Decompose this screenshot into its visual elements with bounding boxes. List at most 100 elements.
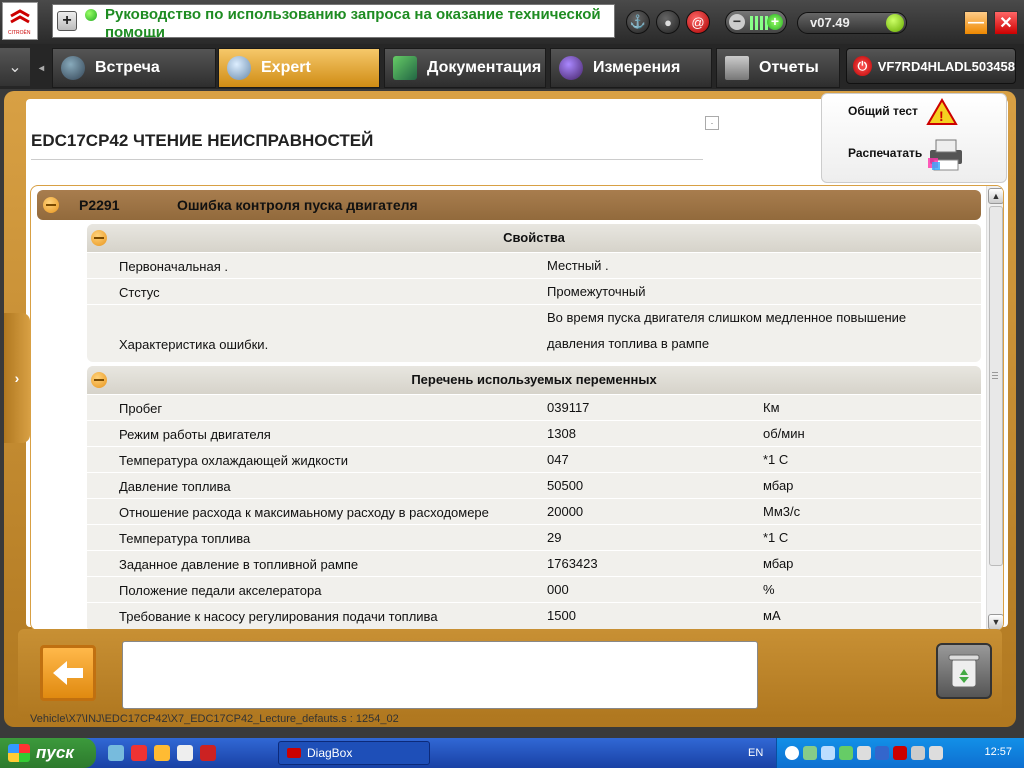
variable-value: 1500 [547, 608, 576, 623]
section-title: Свойства [503, 230, 565, 245]
book-icon [393, 56, 417, 80]
back-button[interactable] [40, 645, 96, 701]
status-dot-icon [85, 9, 97, 21]
anchor-icon[interactable]: ⚓ [626, 10, 650, 34]
version-indicator: v07.49 [797, 12, 907, 34]
collapse-icon[interactable] [43, 197, 59, 213]
clock: 12:57 [984, 746, 1012, 758]
collapse-icon[interactable] [91, 372, 107, 388]
vertical-scrollbar[interactable]: ▲ ▼ [986, 186, 1003, 630]
property-name: Первоначальная . [119, 259, 228, 274]
warning-icon[interactable]: ! [926, 98, 958, 126]
taskbar-item-diagbox[interactable]: DiagBox [278, 741, 430, 765]
tray-app-icon[interactable] [911, 746, 925, 760]
variable-unit: *1 С [763, 530, 789, 545]
variable-unit: % [763, 582, 775, 597]
diagbox-quick-icon[interactable] [200, 745, 216, 761]
tray-app-icon[interactable] [839, 746, 853, 760]
status-path: Vehicle\X7\INJ\EDC17CP42\X7_EDC17CP42_Le… [30, 713, 399, 725]
magnifier-icon [227, 56, 251, 80]
print-label: Распечатать [848, 146, 923, 160]
windows-logo-icon [8, 744, 30, 762]
volume-control[interactable]: − + [725, 10, 787, 34]
variable-unit: *1 С [763, 452, 789, 467]
quicklaunch-app-icon[interactable] [108, 745, 124, 761]
email-icon[interactable]: @ [686, 10, 710, 34]
tray-app-icon[interactable] [803, 746, 817, 760]
property-value: Во время пуска двигателя слишком медленн… [547, 310, 907, 351]
start-button[interactable]: пуск [0, 738, 96, 768]
tab-label: Встреча [95, 59, 160, 76]
section-header: Свойства [87, 224, 981, 252]
section-header: Перечень используемых переменных [87, 366, 981, 394]
info-box-icon[interactable]: · [705, 116, 719, 130]
variable-row: Давление топлива 50500 мбар [87, 472, 981, 498]
network-icon[interactable] [821, 746, 835, 760]
general-test-button[interactable]: Общий тест [848, 104, 918, 118]
volume-icon[interactable] [929, 746, 943, 760]
calendar-icon[interactable] [177, 745, 193, 761]
minimize-button[interactable]: — [964, 11, 988, 35]
side-panel-toggle[interactable]: › [4, 313, 30, 443]
variable-name: Отношение расхода к максимаьному расходу… [119, 505, 489, 520]
meeting-icon [61, 56, 85, 80]
tab-measurements[interactable]: Измерения [550, 48, 712, 88]
menu-chevron-icon[interactable]: ⌄ [0, 48, 30, 86]
expand-button[interactable]: + [57, 11, 77, 31]
variable-value: 50500 [547, 478, 584, 493]
scroll-grip-icon [992, 372, 998, 380]
title-bar: CITROËN + Руководство по использованию з… [0, 0, 1024, 44]
property-row: Характеристика ошибки. Во время пуска дв… [87, 304, 981, 356]
variable-value: 1763423 [547, 556, 598, 571]
volume-up-icon[interactable]: + [767, 14, 783, 30]
tray-app-icon[interactable] [857, 746, 871, 760]
variable-value: 1308 [547, 426, 576, 441]
variable-unit: мбар [763, 556, 794, 571]
title-divider [31, 159, 703, 160]
variable-value: 20000 [547, 504, 584, 519]
report-icon [725, 56, 749, 80]
tray-app-icon[interactable] [875, 746, 889, 760]
scroll-down-icon[interactable]: ▼ [988, 614, 1003, 630]
tab-label: Expert [261, 59, 311, 76]
variable-row: Заданное давление в топливной рампе 17634… [87, 550, 981, 576]
tray-expand-icon[interactable] [785, 746, 799, 760]
scroll-up-icon[interactable]: ▲ [988, 188, 1003, 204]
property-row: Первоначальная . Местный . [87, 252, 981, 278]
keyboard-layout-icon[interactable] [893, 746, 907, 760]
print-button[interactable]: Распечатать [848, 146, 922, 160]
variable-unit: Км [763, 400, 780, 415]
scroll-thumb[interactable] [989, 206, 1003, 566]
collapse-icon[interactable] [91, 230, 107, 246]
language-indicator[interactable]: EN [748, 747, 763, 759]
vin-display[interactable]: ⏻ VF7RD4HLADL503458 [846, 48, 1016, 84]
folder-icon[interactable] [154, 745, 170, 761]
variable-name: Пробег [119, 401, 163, 416]
connection-status-icon [886, 14, 904, 32]
tab-scroll-left-icon[interactable]: ◂ [39, 63, 44, 74]
tab-expert[interactable]: Expert [218, 48, 380, 88]
tab-meeting[interactable]: ◂ Встреча [39, 48, 216, 88]
variable-name: Температура охлаждающей жидкости [119, 453, 348, 468]
variable-name: Заданное давление в топливной рампе [119, 557, 359, 572]
user-icon[interactable]: ● [656, 10, 680, 34]
trash-button[interactable] [936, 643, 992, 699]
close-button[interactable]: ✕ [994, 11, 1018, 35]
page-title: EDC17CP42 ЧТЕНИЕ НЕИСПРАВНОСТЕЙ [31, 131, 374, 150]
fault-header[interactable]: P2291 Ошибка контроля пуска двигателя [37, 190, 981, 220]
tab-reports[interactable]: Отчеты [716, 48, 840, 88]
volume-down-icon[interactable]: − [729, 14, 745, 30]
gmail-icon[interactable] [131, 745, 147, 761]
waveform-icon [559, 56, 583, 80]
bottom-toolbar [18, 629, 1002, 717]
guide-title-box: + Руководство по использованию запроса н… [52, 4, 615, 38]
variable-row: Температура охлаждающей жидкости 047 *1 С [87, 446, 981, 472]
printer-icon[interactable] [926, 138, 966, 172]
tab-documentation[interactable]: Документация [384, 48, 546, 88]
variable-row: Режим работы двигателя 1308 об/мин [87, 420, 981, 446]
tab-bar: ⌄ ◂ Встреча Expert Документация Измерени… [0, 44, 1024, 89]
svg-text:CITROËN: CITROËN [8, 29, 31, 36]
diagbox-icon [287, 748, 301, 758]
variable-value: 000 [547, 582, 569, 597]
task-label: DiagBox [307, 746, 353, 760]
